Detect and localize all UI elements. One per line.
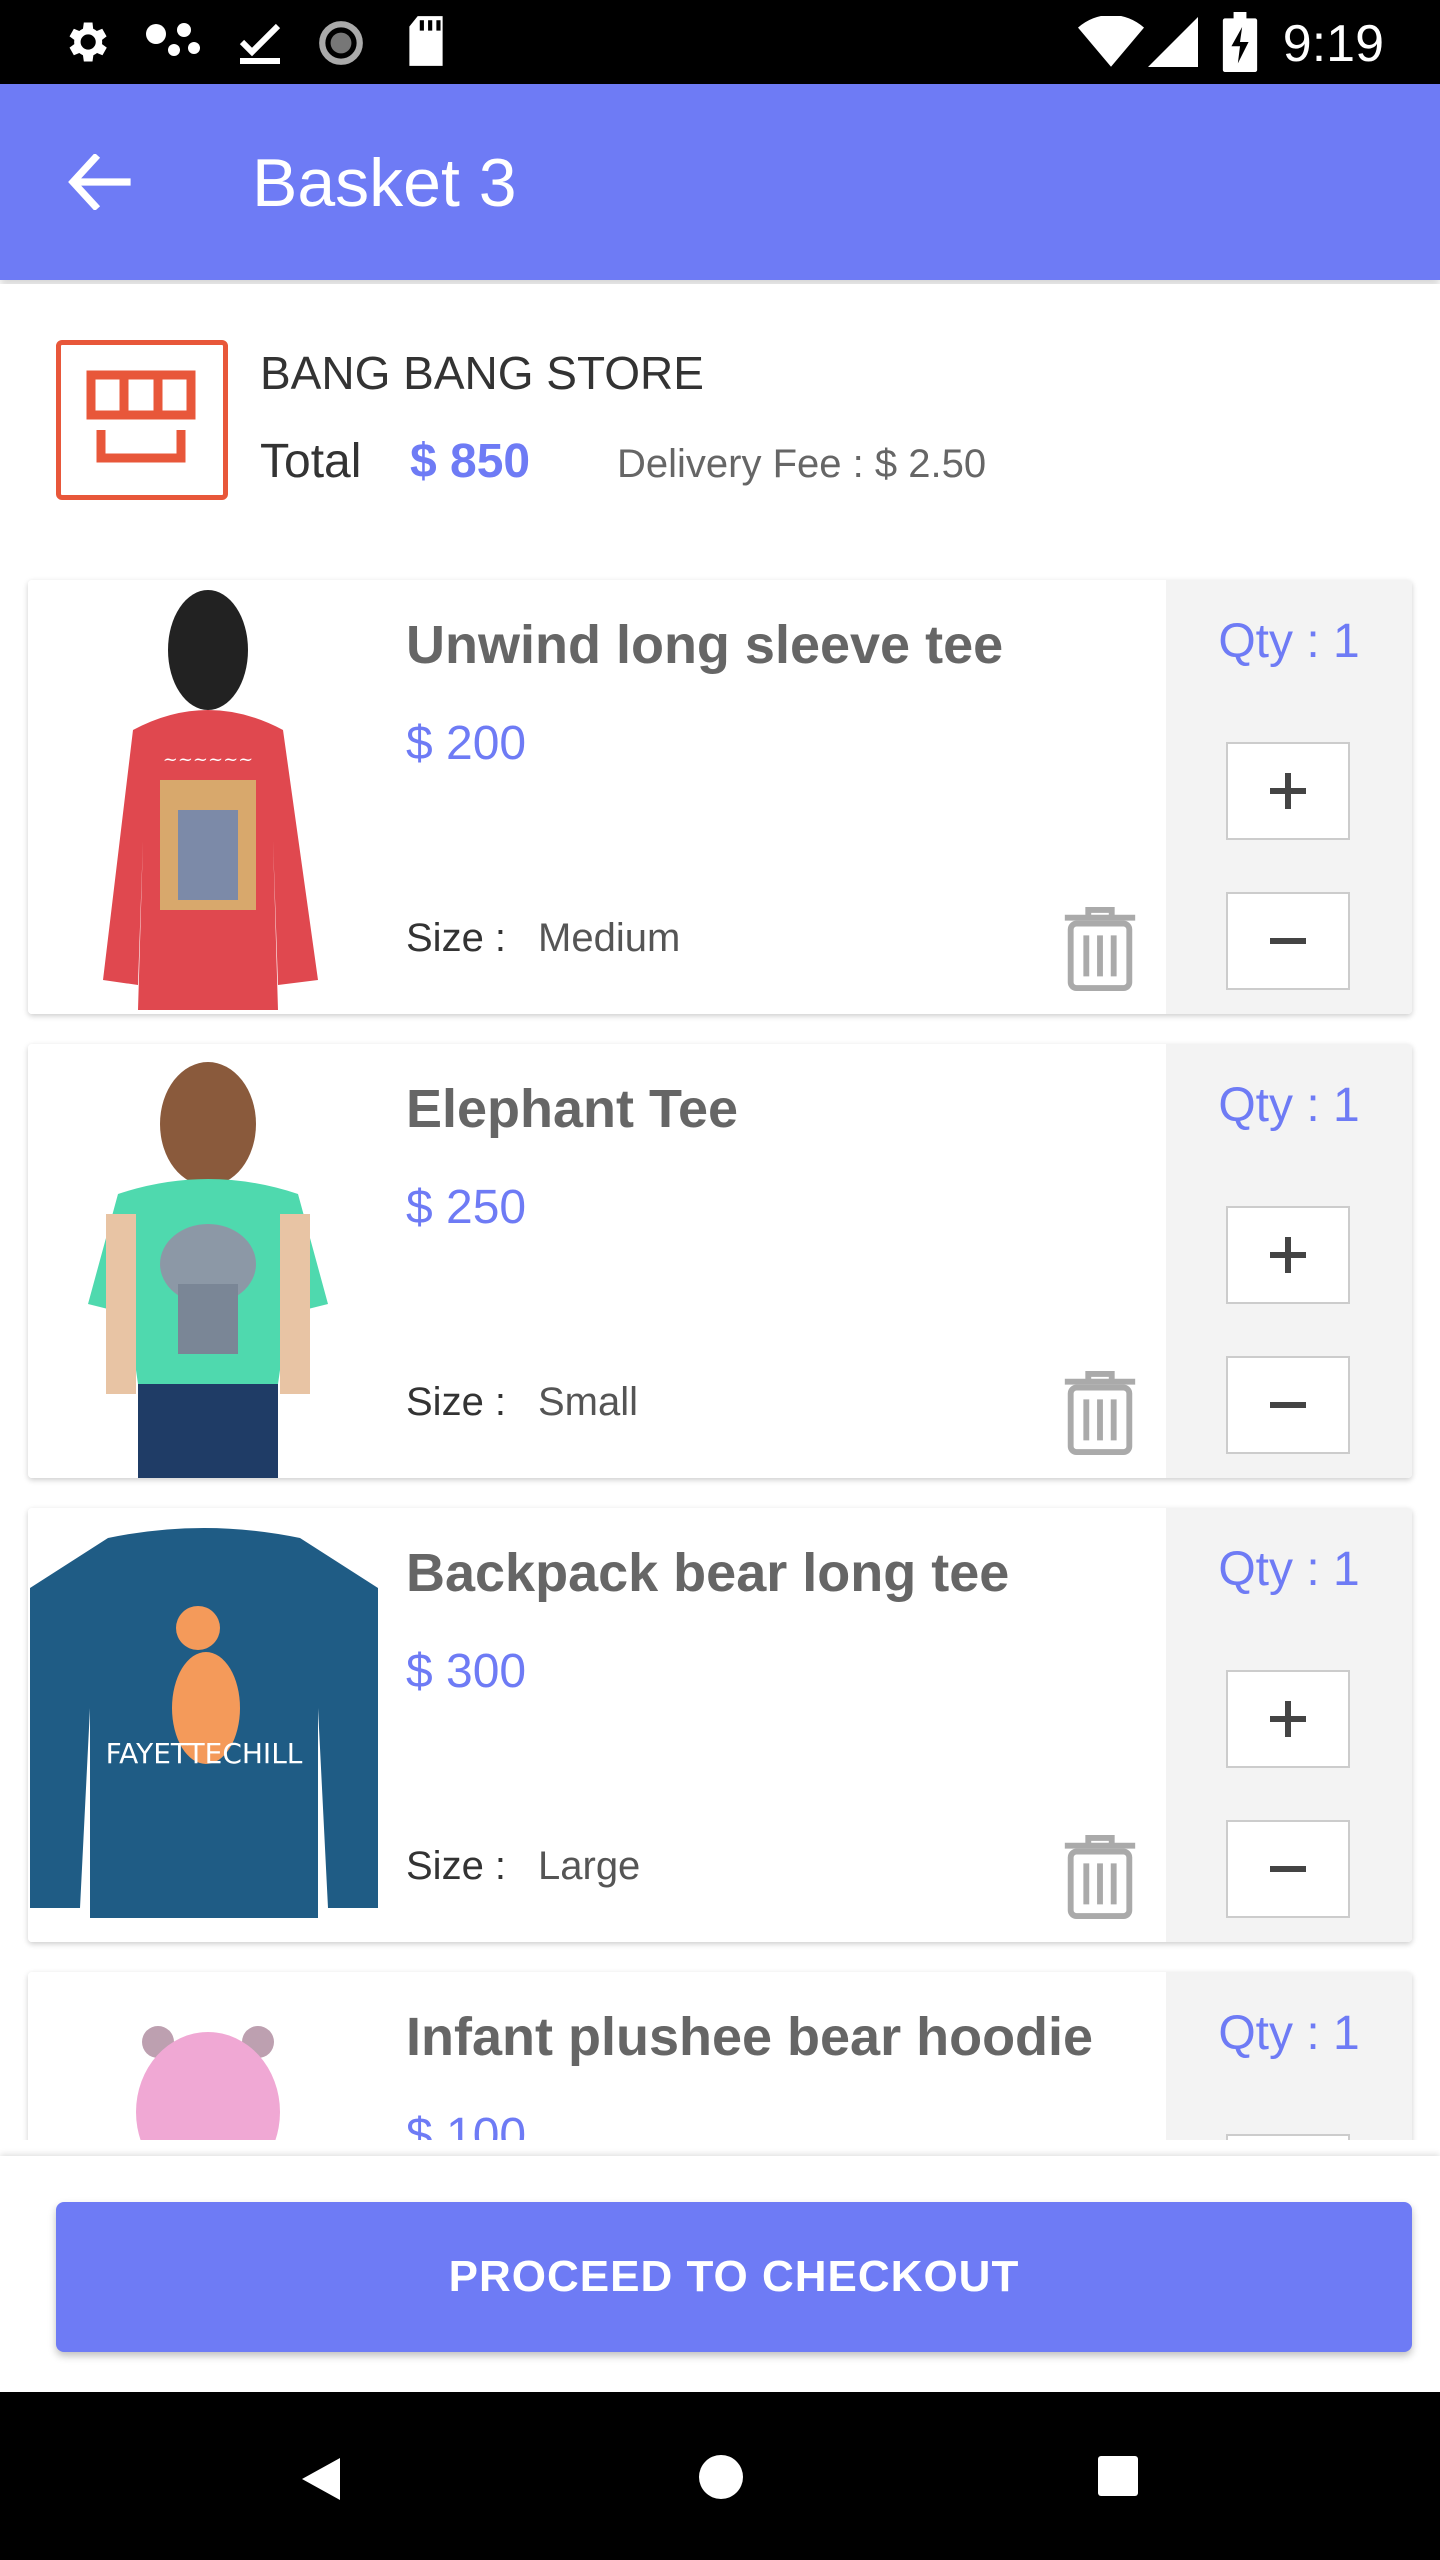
item-image-green-tee <box>28 1044 380 1478</box>
size-value: Medium <box>538 916 681 960</box>
checkout-footer: PROCEED TO CHECKOUT <box>0 2156 1440 2392</box>
qty-panel: Qty : 1 <box>1166 1508 1412 1942</box>
store-header: BANG BANG STORE Total $ 850 Delivery Fee… <box>0 284 1440 550</box>
item-image-blue-tee: FAYETTECHILL <box>28 1508 380 1942</box>
total-value: $ 850 <box>410 435 531 488</box>
qty-label: Qty : 1 <box>1218 1079 1360 1132</box>
basket-item[interactable]: Elephant Tee $ 250 Size : Small Qty : 1 <box>28 1044 1412 1478</box>
trash-icon[interactable] <box>1060 1834 1140 1920</box>
basket-item[interactable]: Infant plushee bear hoodie $ 100 Qty : 1 <box>28 1972 1412 2140</box>
back-button[interactable] <box>54 142 144 222</box>
basket-item[interactable]: FAYETTECHILL Backpack bear long tee $ 30… <box>28 1508 1412 1942</box>
svg-text:~~~~~~: ~~~~~~ <box>163 749 254 770</box>
size-label: Size : <box>406 1844 507 1888</box>
qty-label: Qty : 1 <box>1218 1543 1360 1596</box>
app-bar: Basket 3 <box>0 84 1440 280</box>
item-name: Unwind long sleeve tee <box>406 615 1004 675</box>
item-price: $ 200 <box>406 717 527 770</box>
sd-card-icon <box>409 16 443 66</box>
item-price: $ 100 <box>406 2109 527 2140</box>
qty-label: Qty : 1 <box>1218 2007 1360 2060</box>
qty-panel: Qty : 1 <box>1166 1044 1412 1478</box>
wifi-icon <box>1078 16 1144 67</box>
nav-home-icon[interactable] <box>696 2452 746 2502</box>
decrease-qty-button[interactable] <box>1226 1820 1350 1918</box>
qty-panel: Qty : 1 <box>1166 1972 1412 2140</box>
delivery-fee: Delivery Fee : $ 2.50 <box>617 442 987 486</box>
increase-qty-button[interactable] <box>1226 742 1350 840</box>
dots-icon <box>146 23 200 56</box>
store-logo-mark <box>86 370 196 463</box>
item-name: Infant plushee bear hoodie <box>406 2007 1094 2067</box>
fayettechill-print: FAYETTECHILL <box>106 1737 303 1770</box>
trash-icon[interactable] <box>1060 906 1140 992</box>
size-value: Small <box>538 1380 639 1424</box>
system-nav-bar <box>0 2392 1440 2560</box>
size-label: Size : <box>406 916 507 960</box>
decrease-qty-button[interactable] <box>1226 892 1350 990</box>
plus-icon <box>1270 773 1306 809</box>
signal-icon <box>1148 17 1198 67</box>
store-logo <box>56 340 228 500</box>
item-name: Elephant Tee <box>406 1079 739 1139</box>
check-icon <box>239 23 281 64</box>
size-value: Large <box>538 1844 641 1888</box>
nav-back-icon[interactable] <box>298 2454 344 2504</box>
trash-icon[interactable] <box>1060 1370 1140 1456</box>
decrease-qty-button[interactable] <box>1226 1356 1350 1454</box>
item-name: Backpack bear long tee <box>406 1543 1010 1603</box>
back-arrow-icon <box>68 154 131 210</box>
minus-icon <box>1270 938 1306 944</box>
settings-icon <box>69 22 107 62</box>
nav-recents-icon[interactable] <box>1096 2454 1140 2498</box>
size-label: Size : <box>406 1380 507 1424</box>
page-title: Basket 3 <box>252 145 517 221</box>
increase-qty-button[interactable] <box>1226 1670 1350 1768</box>
plus-icon <box>1270 1701 1306 1737</box>
plus-icon <box>1270 1237 1306 1273</box>
qty-panel: Qty : 1 <box>1166 580 1412 1014</box>
basket-item-list[interactable]: ~~~~~~ Unwind long sleeve tee $ 200 Size… <box>0 550 1440 2140</box>
item-image-red-tee: ~~~~~~ <box>28 580 380 1014</box>
sync-icon <box>319 21 363 65</box>
minus-icon <box>1270 1866 1306 1872</box>
basket-item[interactable]: ~~~~~~ Unwind long sleeve tee $ 200 Size… <box>28 580 1412 1014</box>
increase-qty-button[interactable] <box>1226 1206 1350 1304</box>
qty-label: Qty : 1 <box>1218 615 1360 668</box>
item-price: $ 250 <box>406 1181 527 1234</box>
store-name: BANG BANG STORE <box>260 347 704 399</box>
minus-icon <box>1270 1402 1306 1408</box>
status-time: 9:19 <box>1282 15 1384 73</box>
total-label: Total <box>260 435 362 488</box>
item-image-pink-hoodie <box>28 1972 380 2140</box>
battery-icon <box>1222 12 1258 72</box>
item-price: $ 300 <box>406 1645 527 1698</box>
proceed-to-checkout-button[interactable]: PROCEED TO CHECKOUT <box>56 2202 1412 2352</box>
increase-qty-button[interactable] <box>1226 2134 1350 2140</box>
status-bar: 9:19 <box>0 0 1440 84</box>
